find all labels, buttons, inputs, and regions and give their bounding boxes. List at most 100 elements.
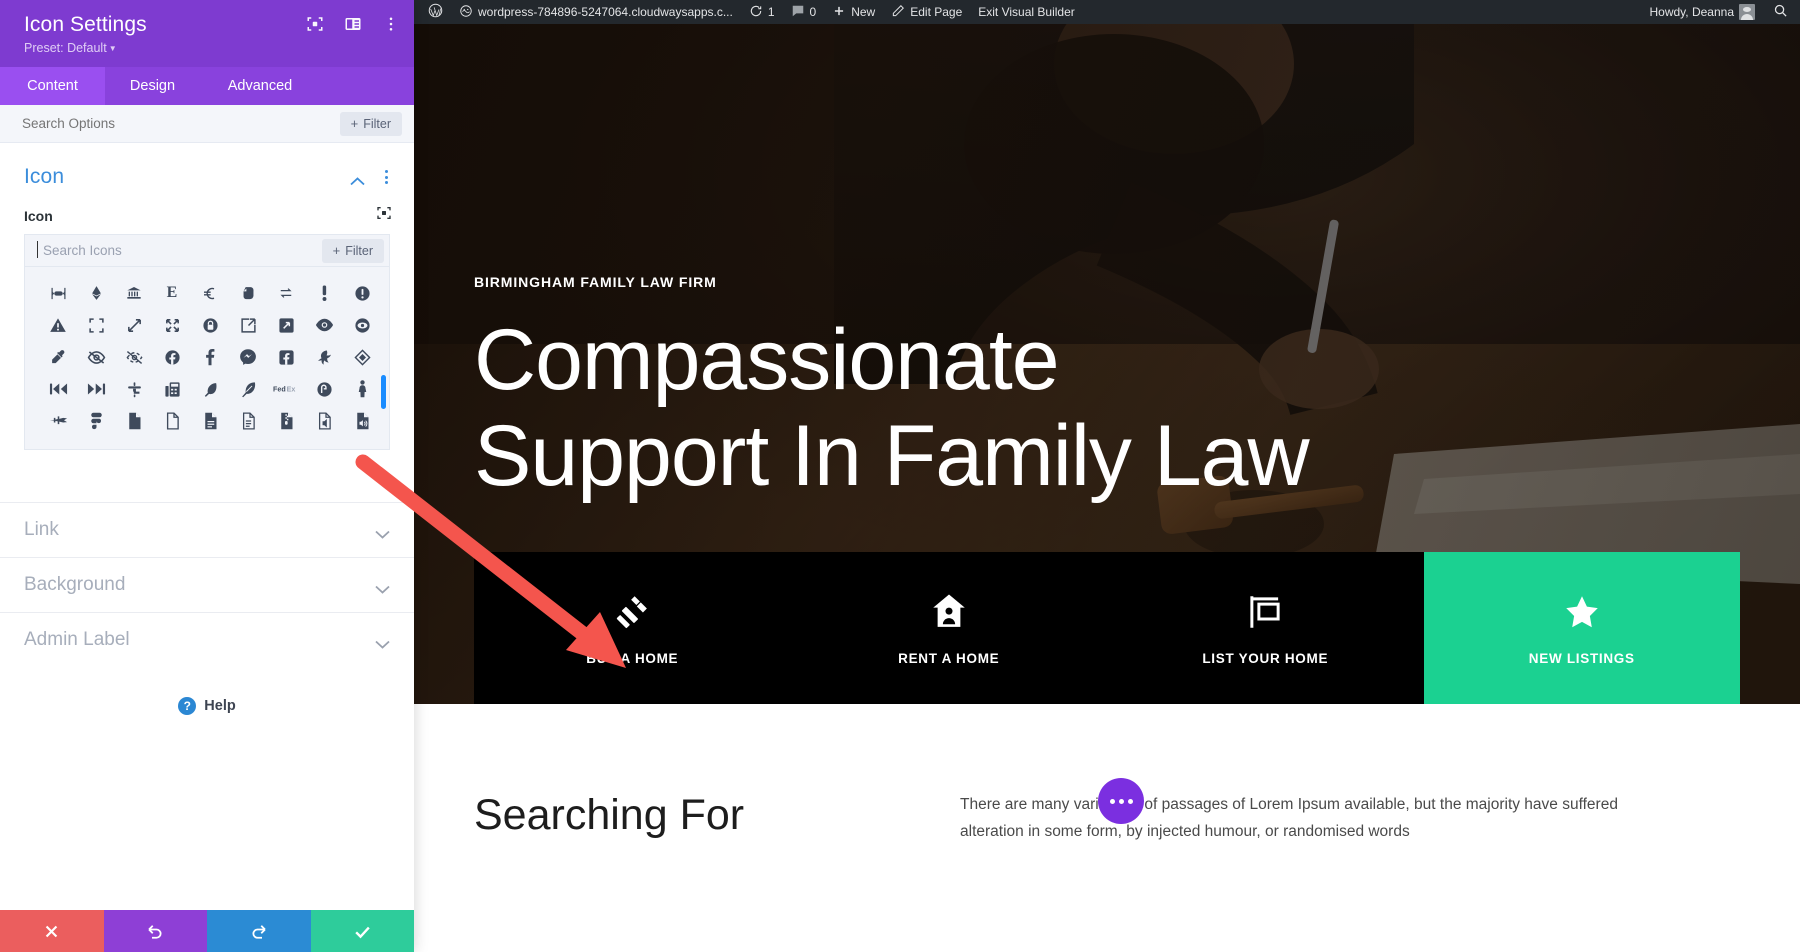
accordion-background[interactable]: Background (0, 557, 414, 612)
comments-menu[interactable]: 0 (783, 4, 825, 21)
dot (1118, 798, 1124, 804)
fantasy-flight-games-icon[interactable] (305, 341, 343, 373)
fedex-icon[interactable]: Fed Ex (267, 373, 305, 405)
evernote-icon[interactable] (229, 277, 267, 309)
help-link[interactable]: ? Help (0, 667, 414, 716)
accordion-admin-label[interactable]: Admin Label (0, 612, 414, 667)
feather-icon[interactable] (191, 373, 229, 405)
house-person-icon (928, 591, 970, 633)
file-archive-icon[interactable] (267, 405, 305, 437)
edit-page-link[interactable]: Edit Page (883, 4, 970, 21)
eye-circle-icon[interactable] (343, 309, 381, 341)
icon-section-kebab-icon[interactable] (381, 168, 392, 186)
ethereum-icon[interactable] (77, 277, 115, 309)
icon-search-filter-button[interactable]: + Filter (321, 238, 384, 263)
cta-new-listings[interactable]: NEW LISTINGS (1423, 552, 1740, 704)
file-volume-icon[interactable] (343, 405, 381, 437)
updates-menu[interactable]: 1 (741, 4, 783, 21)
transgender-alt-icon[interactable] (39, 277, 77, 309)
tab-advanced[interactable]: Advanced (200, 67, 320, 105)
icon-search-wrap: Search Icons + Filter (0, 234, 414, 268)
undo-button[interactable] (103, 910, 207, 952)
fantasy-diamond-icon[interactable] (343, 341, 381, 373)
file-audio-icon[interactable] (305, 405, 343, 437)
icon-field-label: Icon (24, 207, 53, 224)
figma-icon[interactable] (77, 405, 115, 437)
save-button[interactable] (310, 910, 414, 952)
search-options-filter-button[interactable]: + Filter (339, 111, 402, 136)
expand-arrows-icon[interactable] (115, 309, 153, 341)
file-lines-icon[interactable] (191, 405, 229, 437)
icon-field-target-icon[interactable] (376, 205, 392, 226)
eye-icon[interactable] (305, 309, 343, 341)
chevron-down-icon (375, 636, 390, 649)
exclamation-circle-icon[interactable] (343, 277, 381, 309)
cta-label: LIST YOUR HOME (1202, 650, 1329, 666)
layout-panel-icon[interactable] (344, 15, 362, 33)
fast-backward-icon[interactable] (39, 373, 77, 405)
facebook-messenger-icon[interactable] (229, 341, 267, 373)
site-home-icon (459, 4, 473, 21)
content-right-column: There are many variations of passages of… (960, 778, 1640, 845)
fighter-jet-icon[interactable] (39, 405, 77, 437)
cancel-button[interactable] (0, 910, 104, 952)
tab-design[interactable]: Design (105, 67, 200, 105)
accordion-label: Background (24, 574, 126, 596)
fedora-icon[interactable] (305, 373, 343, 405)
section-paragraph: There are many variations of passages of… (960, 796, 1618, 840)
cta-buy-a-home[interactable]: BUY A HOME (474, 552, 791, 704)
search-options-input[interactable] (22, 116, 288, 132)
facebook-square-icon[interactable] (267, 341, 305, 373)
module-actions-button[interactable] (1098, 778, 1144, 824)
kebab-menu-icon[interactable] (382, 15, 400, 33)
external-link-square-icon[interactable] (267, 309, 305, 341)
female-icon[interactable] (343, 373, 381, 405)
icon-grid-scrollbar[interactable] (381, 375, 386, 410)
exit-visual-builder-link[interactable]: Exit Visual Builder (970, 5, 1083, 19)
wordpress-admin-bar: wordpress-784896-5247064.cloudwaysapps.c… (414, 0, 1800, 24)
facebook-f-icon[interactable] (191, 341, 229, 373)
redo-button[interactable] (207, 910, 311, 952)
exclamation-icon[interactable] (305, 277, 343, 309)
tab-content[interactable]: Content (0, 67, 105, 106)
chevron-down-icon (375, 581, 390, 594)
panel-preset-selector[interactable]: Preset: Default ▼ (24, 41, 394, 55)
search-icon[interactable] (1773, 3, 1788, 21)
feather-alt-icon[interactable] (229, 373, 267, 405)
facebook-circle-icon[interactable] (153, 341, 191, 373)
file-icon[interactable] (115, 405, 153, 437)
expand-arrows-alt-icon[interactable] (153, 309, 191, 341)
expand-icon[interactable] (77, 309, 115, 341)
icon-section-header: Icon (0, 143, 414, 195)
chevron-up-icon[interactable] (350, 173, 365, 185)
lock-circle-icon[interactable] (191, 309, 229, 341)
cta-list-your-home[interactable]: LIST YOUR HOME (1107, 552, 1424, 704)
site-name-menu[interactable]: wordpress-784896-5247064.cloudwaysapps.c… (451, 4, 741, 21)
comment-bubble-icon (791, 4, 805, 21)
eye-dropper-icon[interactable] (39, 341, 77, 373)
exclamation-triangle-icon[interactable] (39, 309, 77, 341)
faucet-icon[interactable] (115, 373, 153, 405)
etsy-icon[interactable]: E (153, 277, 191, 309)
fast-forward-icon[interactable] (77, 373, 115, 405)
search-options-row: + Filter (0, 105, 414, 144)
file-text-icon[interactable] (229, 405, 267, 437)
low-vision-icon[interactable] (115, 341, 153, 373)
admin-bar-right: Howdy, Deanna (1642, 3, 1793, 21)
accordion-link[interactable]: Link (0, 502, 414, 557)
external-link-icon[interactable] (229, 309, 267, 341)
eye-slash-icon[interactable] (77, 341, 115, 373)
target-icon[interactable] (306, 15, 324, 33)
wordpress-logo-menu[interactable] (420, 3, 451, 21)
comments-count: 0 (809, 5, 817, 19)
cta-rent-a-home[interactable]: RENT A HOME (790, 552, 1107, 704)
account-menu[interactable]: Howdy, Deanna (1642, 4, 1764, 20)
university-icon[interactable] (115, 277, 153, 309)
exchange-icon[interactable] (267, 277, 305, 309)
panel-body: Icon Icon Search Icons + Filter E Fed Ex… (0, 143, 414, 910)
icon-search-input[interactable]: Search Icons (37, 241, 122, 259)
file-outline-icon[interactable] (153, 405, 191, 437)
euro-icon[interactable] (191, 277, 229, 309)
new-content-menu[interactable]: New (824, 4, 883, 21)
fax-icon[interactable] (153, 373, 191, 405)
